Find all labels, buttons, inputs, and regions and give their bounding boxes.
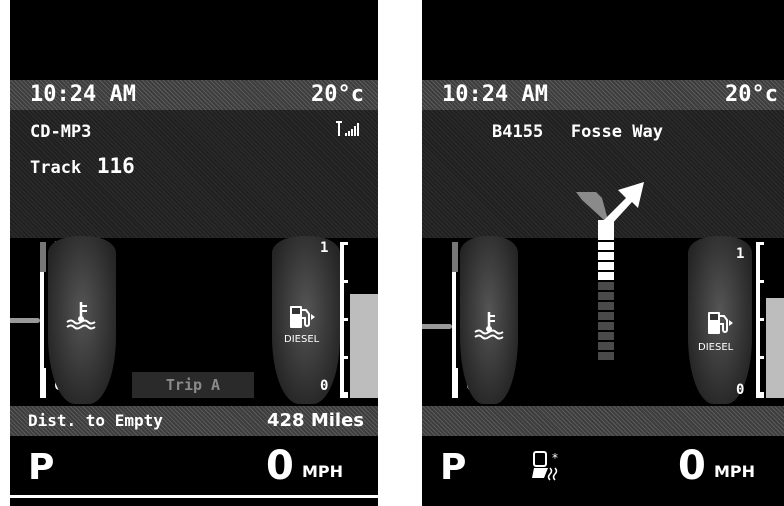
fuel-level-bar [766, 298, 784, 398]
fuel-empty-label: 0 [736, 382, 745, 398]
fuel-full-label: 1 [736, 246, 745, 262]
coolant-temperature-icon [472, 310, 506, 344]
temp-needle [422, 324, 452, 329]
gauge-area: H C Trip A 1 0 DIESE [10, 236, 378, 406]
fuel-tick [342, 242, 348, 245]
speed-value: 0 [678, 443, 706, 489]
distance-value: 428 Miles [266, 410, 364, 431]
clock-time: 10:24 AM [442, 82, 548, 107]
track-label: Track [30, 158, 82, 178]
temp-cold-zone [40, 368, 46, 398]
fuel-tick [342, 356, 348, 359]
fuel-tick [342, 392, 348, 398]
fuel-tick [758, 280, 764, 283]
track-info: Track 116 [30, 154, 135, 178]
fuel-tick [758, 242, 764, 245]
road-name: Fosse Way [570, 122, 663, 142]
svg-text:*: * [552, 451, 558, 465]
fuel-tick [342, 280, 348, 283]
speed-unit: MPH [302, 462, 344, 481]
road-info: B4155 Fosse Way [492, 122, 663, 142]
gear-indicator: P [28, 447, 55, 488]
outside-temperature: 20°c [311, 82, 364, 107]
road-number: B4155 [492, 122, 544, 142]
fuel-tick [342, 318, 348, 321]
outside-temperature: 20°c [725, 82, 778, 107]
panel-bottom-line [10, 495, 378, 498]
junction-arrow-icon [574, 180, 654, 370]
fuel-empty-label: 0 [320, 378, 329, 394]
temp-hot-zone [452, 242, 458, 272]
signal-strength-icon [336, 120, 360, 142]
fuel-full-label: 1 [320, 240, 329, 256]
navigation-display-panel: 10:24 AM 20°c B4155 Fosse Way H C 1 0 [422, 0, 784, 506]
info-bar [422, 406, 784, 436]
fuel-tick [758, 318, 764, 321]
audio-source: CD-MP3 [30, 122, 92, 142]
fuel-pump-icon [706, 310, 734, 340]
speed-unit: MPH [714, 462, 756, 481]
trip-label: Trip A [132, 372, 254, 398]
temp-hot-zone [40, 242, 46, 272]
distance-label: Dist. to Empty [28, 411, 163, 430]
audio-info-area: CD-MP3 Track 116 [10, 110, 378, 238]
gear-indicator: P [440, 447, 467, 488]
temp-cold-zone [452, 368, 458, 398]
fuel-type-label: DIESEL [284, 334, 320, 345]
climate-seat-icon: * [530, 450, 562, 490]
audio-display-panel: 10:24 AM 20°c CD-MP3 Track 116 H C [10, 0, 378, 506]
fuel-level-bar [350, 294, 378, 398]
range-bar: Dist. to Empty 428 Miles [10, 406, 378, 436]
fuel-tick [758, 356, 764, 359]
fuel-type-label: DIESEL [698, 342, 734, 353]
clock-time: 10:24 AM [30, 82, 136, 107]
temp-needle [10, 318, 40, 323]
speed-value: 0 [266, 443, 294, 489]
fuel-tick [758, 392, 764, 398]
coolant-temperature-icon [64, 300, 98, 334]
track-number: 116 [96, 154, 135, 178]
fuel-pump-icon [288, 304, 316, 334]
